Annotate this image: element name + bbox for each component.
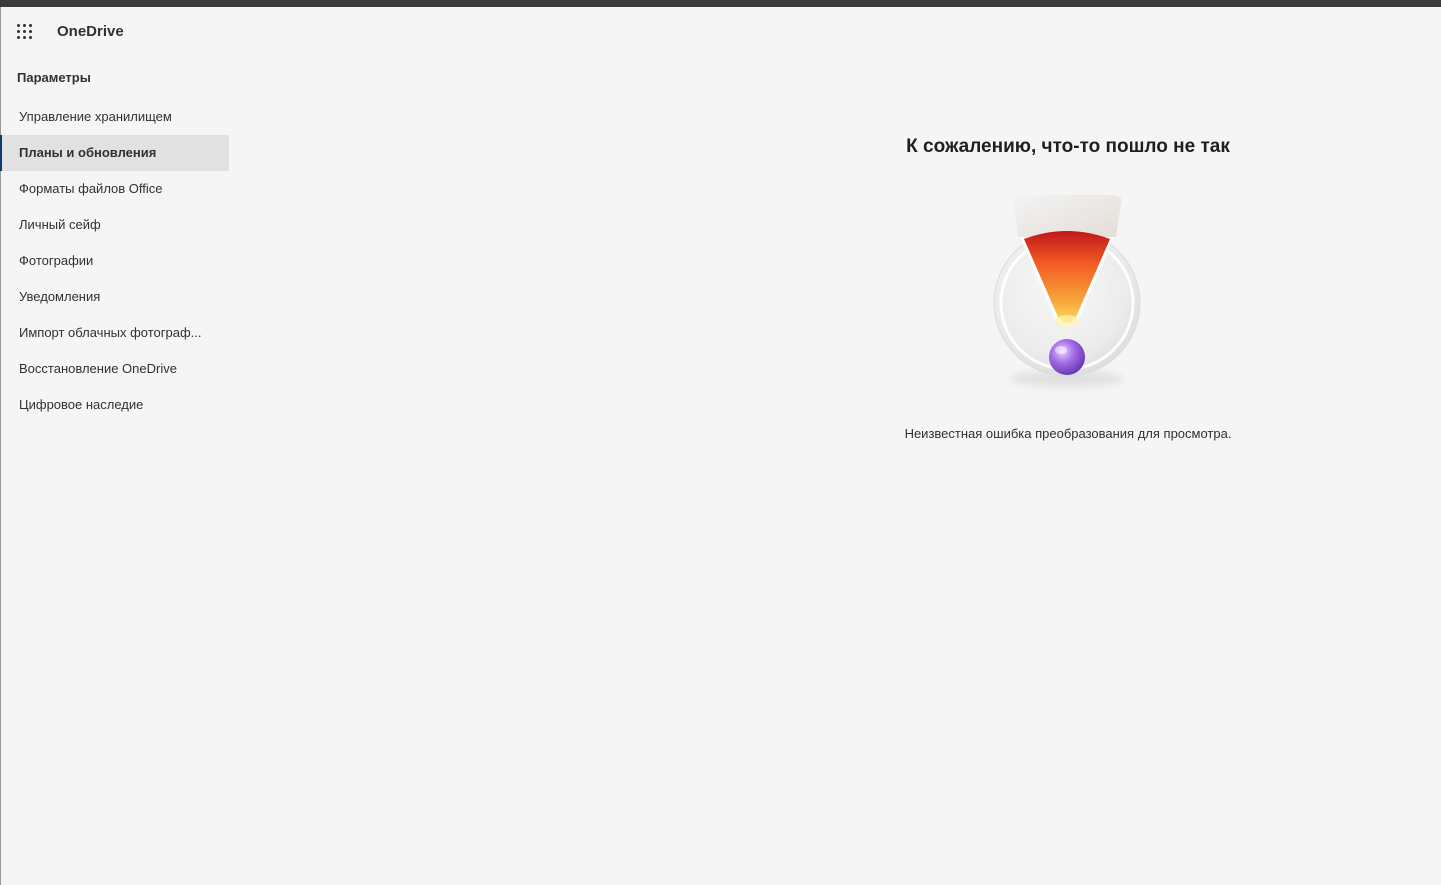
- nav-heading: Параметры: [17, 70, 91, 85]
- app-launcher-icon[interactable]: [12, 19, 38, 45]
- nav-item-import-photos[interactable]: Импорт облачных фотограф...: [0, 315, 229, 351]
- nav-item-legacy[interactable]: Цифровое наследие: [0, 387, 229, 423]
- nav-item-plans[interactable]: Планы и обновления: [0, 135, 229, 171]
- error-title: К сожалению, что-то пошло не так: [906, 136, 1230, 157]
- nav-item-restore[interactable]: Восстановление OneDrive: [0, 351, 229, 387]
- app-header: OneDrive: [0, 7, 1441, 57]
- exclamation-error-icon: [992, 193, 1142, 393]
- main-content: К сожалению, что-то пошло не так Неизвес…: [229, 57, 1441, 885]
- app-name-link[interactable]: OneDrive: [57, 23, 124, 41]
- nav-list: Управление хранилищем Планы и обновления…: [0, 99, 229, 423]
- nav-item-storage[interactable]: Управление хранилищем: [0, 99, 229, 135]
- nav-item-personal-vault[interactable]: Личный сейф: [0, 207, 229, 243]
- error-message: Неизвестная ошибка преобразования для пр…: [904, 426, 1232, 441]
- top-bar: [0, 0, 1441, 7]
- nav-item-office-formats[interactable]: Форматы файлов Office: [0, 171, 229, 207]
- nav-item-notifications[interactable]: Уведомления: [0, 279, 229, 315]
- nav-item-photos[interactable]: Фотографии: [0, 243, 229, 279]
